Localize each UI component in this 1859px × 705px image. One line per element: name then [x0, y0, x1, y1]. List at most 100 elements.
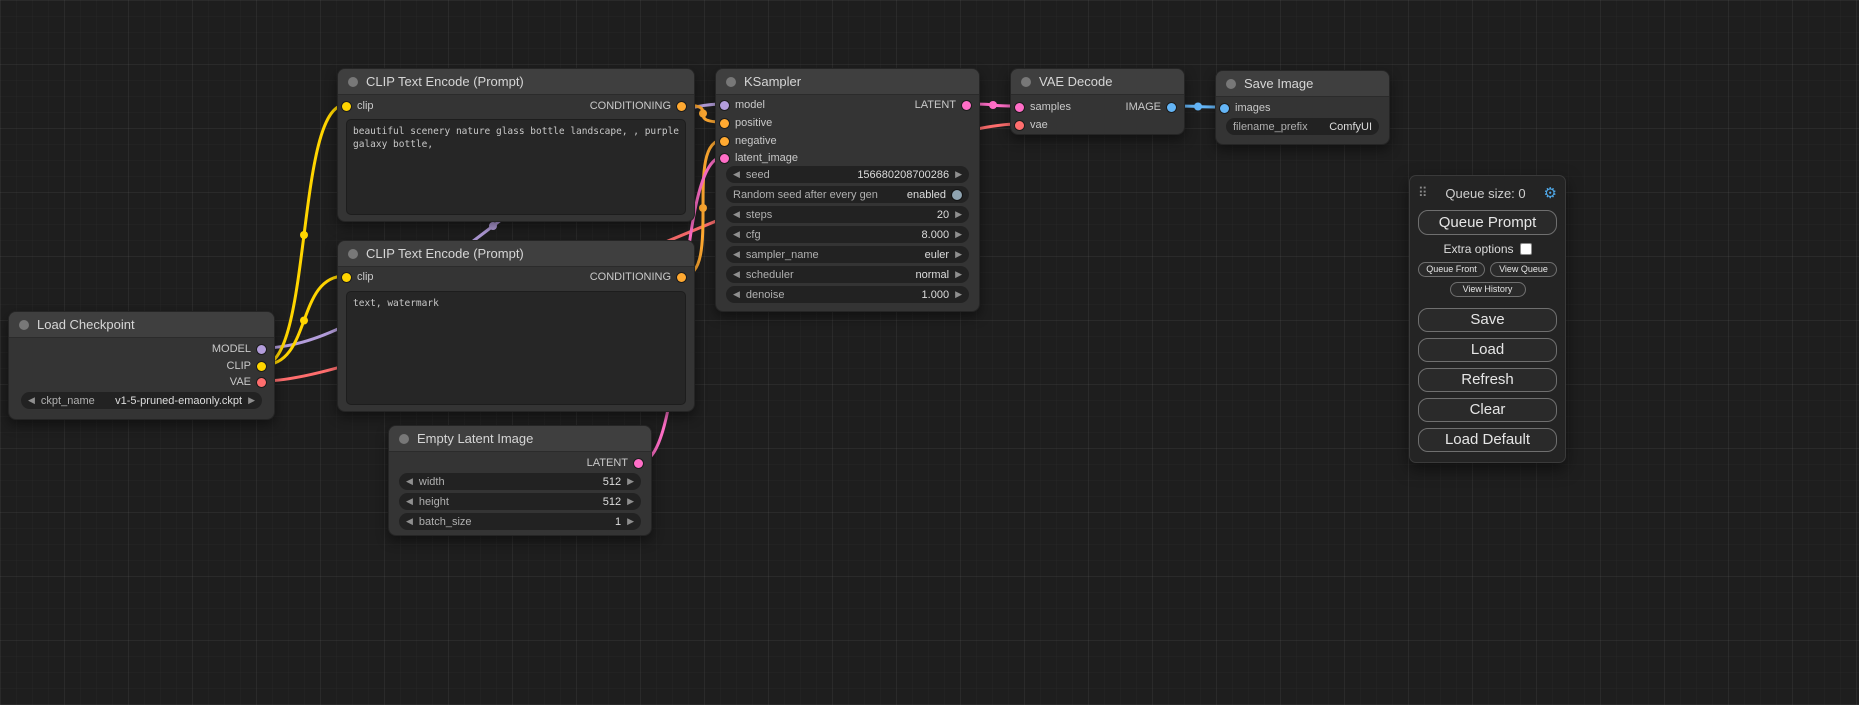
decrement-icon[interactable]: ◀ — [733, 170, 740, 179]
input-dot-clip[interactable] — [342, 102, 351, 111]
settings-gear-icon[interactable]: ⚙ — [1544, 184, 1557, 202]
next-value-icon[interactable]: ▶ — [955, 270, 962, 279]
input-dot-vae[interactable] — [1015, 121, 1024, 130]
random-seed-toggle-widget[interactable]: Random seed after every gen enabled — [726, 186, 969, 203]
output-dot-image[interactable] — [1167, 103, 1176, 112]
output-dot-conditioning[interactable] — [677, 273, 686, 282]
prev-value-icon[interactable]: ◀ — [28, 396, 35, 405]
node-clip-text-encode-negative[interactable]: CLIP Text Encode (Prompt) clip CONDITION… — [337, 240, 695, 412]
output-dot-clip[interactable] — [257, 362, 266, 371]
ckpt-name-widget[interactable]: ◀ ckpt_name v1-5-pruned-emaonly.ckpt ▶ — [21, 392, 262, 409]
input-slot-negative[interactable]: negative — [720, 133, 777, 149]
increment-icon[interactable]: ▶ — [955, 230, 962, 239]
refresh-button[interactable]: Refresh — [1418, 368, 1557, 392]
node-title-bar[interactable]: Empty Latent Image — [389, 426, 651, 452]
output-slot-latent[interactable]: LATENT — [587, 455, 643, 471]
node-title-bar[interactable]: CLIP Text Encode (Prompt) — [338, 69, 694, 95]
collapse-dot-icon[interactable] — [726, 77, 736, 87]
input-slot-model[interactable]: model — [720, 97, 765, 113]
input-dot-images[interactable] — [1220, 104, 1229, 113]
extra-options-checkbox[interactable] — [1520, 243, 1532, 255]
input-dot-latent-image[interactable] — [720, 154, 729, 163]
node-title-bar[interactable]: CLIP Text Encode (Prompt) — [338, 241, 694, 267]
node-clip-text-encode-positive[interactable]: CLIP Text Encode (Prompt) clip CONDITION… — [337, 68, 695, 222]
input-dot-samples[interactable] — [1015, 103, 1024, 112]
save-button[interactable]: Save — [1418, 308, 1557, 332]
collapse-dot-icon[interactable] — [1021, 77, 1031, 87]
increment-icon[interactable]: ▶ — [955, 290, 962, 299]
cfg-widget[interactable]: ◀ cfg 8.000 ▶ — [726, 226, 969, 243]
denoise-widget[interactable]: ◀ denoise 1.000 ▶ — [726, 286, 969, 303]
output-slot-image[interactable]: IMAGE — [1126, 99, 1176, 115]
node-title-bar[interactable]: Save Image — [1216, 71, 1389, 97]
view-history-button[interactable]: View History — [1450, 282, 1526, 297]
positive-prompt-textarea[interactable]: beautiful scenery nature glass bottle la… — [346, 119, 686, 215]
input-slot-images[interactable]: images — [1220, 100, 1270, 116]
collapse-dot-icon[interactable] — [399, 434, 409, 444]
decrement-icon[interactable]: ◀ — [733, 210, 740, 219]
toggle-dot-icon[interactable] — [952, 190, 962, 200]
node-load-checkpoint[interactable]: Load Checkpoint MODEL CLIP VAE ◀ ckpt_na… — [8, 311, 275, 420]
output-dot-latent[interactable] — [634, 459, 643, 468]
height-widget[interactable]: ◀ height 512 ▶ — [399, 493, 641, 510]
node-ksampler[interactable]: KSampler model positive negative latent_… — [715, 68, 980, 312]
input-slot-positive[interactable]: positive — [720, 115, 772, 131]
input-slot-latent-image[interactable]: latent_image — [720, 150, 798, 166]
input-dot-positive[interactable] — [720, 119, 729, 128]
collapse-dot-icon[interactable] — [1226, 79, 1236, 89]
node-title-bar[interactable]: KSampler — [716, 69, 979, 95]
node-save-image[interactable]: Save Image images filename_prefix ComfyU… — [1215, 70, 1390, 145]
node-title-bar[interactable]: Load Checkpoint — [9, 312, 274, 338]
collapse-dot-icon[interactable] — [348, 77, 358, 87]
decrement-icon[interactable]: ◀ — [406, 517, 413, 526]
output-dot-vae[interactable] — [257, 378, 266, 387]
load-default-button[interactable]: Load Default — [1418, 428, 1557, 452]
collapse-dot-icon[interactable] — [348, 249, 358, 259]
output-slot-vae[interactable]: VAE — [230, 374, 266, 390]
graph-canvas[interactable]: Load Checkpoint MODEL CLIP VAE ◀ ckpt_na… — [0, 0, 1859, 705]
increment-icon[interactable]: ▶ — [627, 497, 634, 506]
width-widget[interactable]: ◀ width 512 ▶ — [399, 473, 641, 490]
decrement-icon[interactable]: ◀ — [733, 290, 740, 299]
node-empty-latent-image[interactable]: Empty Latent Image LATENT ◀ width 512 ▶ … — [388, 425, 652, 536]
load-button[interactable]: Load — [1418, 338, 1557, 362]
drag-handle-icon[interactable]: ⠿ — [1418, 185, 1428, 201]
output-slot-conditioning[interactable]: CONDITIONING — [590, 98, 686, 114]
input-slot-clip[interactable]: clip — [342, 98, 374, 114]
queue-front-button[interactable]: Queue Front — [1418, 262, 1485, 277]
input-slot-vae[interactable]: vae — [1015, 117, 1048, 133]
prev-value-icon[interactable]: ◀ — [733, 250, 740, 259]
output-slot-model[interactable]: MODEL — [212, 341, 266, 357]
steps-widget[interactable]: ◀ steps 20 ▶ — [726, 206, 969, 223]
sampler-name-widget[interactable]: ◀ sampler_name euler ▶ — [726, 246, 969, 263]
queue-prompt-button[interactable]: Queue Prompt — [1418, 210, 1557, 235]
node-title-bar[interactable]: VAE Decode — [1011, 69, 1184, 95]
decrement-icon[interactable]: ◀ — [406, 477, 413, 486]
output-dot-latent[interactable] — [962, 101, 971, 110]
increment-icon[interactable]: ▶ — [627, 517, 634, 526]
output-slot-conditioning[interactable]: CONDITIONING — [590, 269, 686, 285]
negative-prompt-textarea[interactable]: text, watermark — [346, 291, 686, 405]
output-slot-latent[interactable]: LATENT — [915, 97, 971, 113]
increment-icon[interactable]: ▶ — [955, 170, 962, 179]
input-dot-negative[interactable] — [720, 137, 729, 146]
next-value-icon[interactable]: ▶ — [955, 250, 962, 259]
increment-icon[interactable]: ▶ — [627, 477, 634, 486]
clear-button[interactable]: Clear — [1418, 398, 1557, 422]
scheduler-widget[interactable]: ◀ scheduler normal ▶ — [726, 266, 969, 283]
input-slot-clip[interactable]: clip — [342, 269, 374, 285]
next-value-icon[interactable]: ▶ — [248, 396, 255, 405]
input-dot-model[interactable] — [720, 101, 729, 110]
node-vae-decode[interactable]: VAE Decode samples vae IMAGE — [1010, 68, 1185, 135]
collapse-dot-icon[interactable] — [19, 320, 29, 330]
increment-icon[interactable]: ▶ — [955, 210, 962, 219]
output-slot-clip[interactable]: CLIP — [227, 358, 266, 374]
output-dot-model[interactable] — [257, 345, 266, 354]
view-queue-button[interactable]: View Queue — [1490, 262, 1557, 277]
filename-prefix-widget[interactable]: filename_prefix ComfyUI — [1226, 118, 1379, 135]
decrement-icon[interactable]: ◀ — [733, 230, 740, 239]
input-slot-samples[interactable]: samples — [1015, 99, 1071, 115]
output-dot-conditioning[interactable] — [677, 102, 686, 111]
input-dot-clip[interactable] — [342, 273, 351, 282]
decrement-icon[interactable]: ◀ — [406, 497, 413, 506]
